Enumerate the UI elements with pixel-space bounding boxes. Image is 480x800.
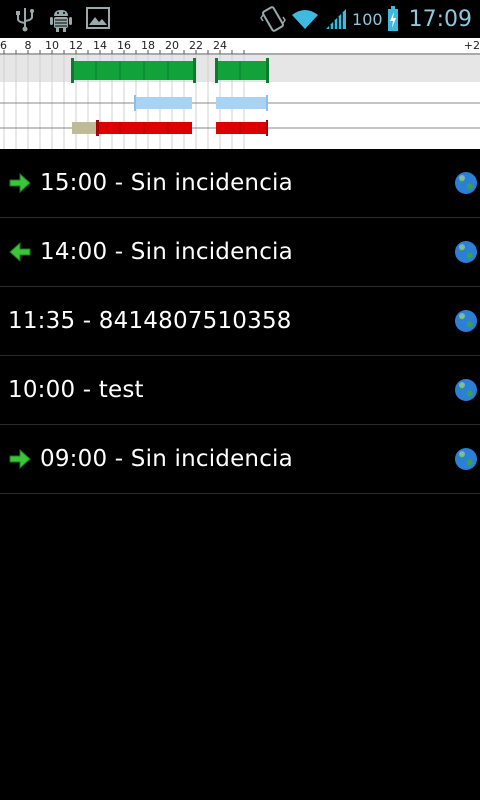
hour-label: 14 [93,39,107,52]
olive-bar [72,122,97,134]
blue-bar-2 [216,97,267,109]
entry-text: 11:35 - 8414807510358 [8,308,292,334]
hour-label: 6 [0,39,7,52]
list-item[interactable]: 14:00 - Sin incidencia [0,218,480,287]
globe-icon [455,448,477,470]
green-bar-1 [72,61,195,80]
entry-text: 10:00 - test [8,377,144,403]
hour-ruler: 6 8 10 12 14 16 18 20 22 24 +2 [0,39,480,55]
battery-charging-icon [387,6,398,31]
system-status: 100 17:09 [260,4,472,34]
entries-list: 15:00 - Sin incidencia 14:00 - Sin incid… [0,149,480,494]
signal-icon [326,9,347,29]
image-icon [86,7,110,29]
wifi-icon [292,10,319,29]
hour-label: 18 [141,39,155,52]
entry-text: 14:00 - Sin incidencia [40,239,293,265]
hour-label: 22 [189,39,203,52]
globe-icon [455,241,477,263]
list-item[interactable]: 15:00 - Sin incidencia [0,149,480,218]
entry-text: 15:00 - Sin incidencia [40,170,293,196]
hour-label: +2 [464,39,480,52]
list-item[interactable]: 09:00 - Sin incidencia [0,425,480,494]
blue-bar-1 [135,97,192,109]
arrow-right-icon [9,172,31,194]
green-bar-2 [216,61,268,80]
arrow-right-icon [9,448,31,470]
globe-icon [455,172,477,194]
list-item[interactable]: 11:35 - 8414807510358 [0,287,480,356]
entry-text: 09:00 - Sin incidencia [40,446,293,472]
red-bar-2 [216,122,267,134]
globe-icon [455,310,477,332]
status-bar: 100 17:09 [0,0,480,38]
hour-label: 8 [25,39,32,52]
hour-label: 12 [69,39,83,52]
hour-label: 10 [45,39,59,52]
list-item[interactable]: 10:00 - test [0,356,480,425]
notification-icons [14,6,110,32]
timeline-chart[interactable]: 6 8 10 12 14 16 18 20 22 24 +2 [0,38,480,149]
battery-level: 100 [352,9,383,29]
globe-icon [455,379,477,401]
vibrate-icon [260,6,286,32]
clock: 17:09 [408,6,472,32]
usb-icon [16,8,34,32]
timeline-svg: 6 8 10 12 14 16 18 20 22 24 +2 [0,39,480,149]
hour-label: 24 [213,39,227,52]
hour-label: 16 [117,39,131,52]
android-debug-icon [50,10,72,32]
hour-label: 20 [165,39,179,52]
arrow-left-icon [9,241,31,263]
